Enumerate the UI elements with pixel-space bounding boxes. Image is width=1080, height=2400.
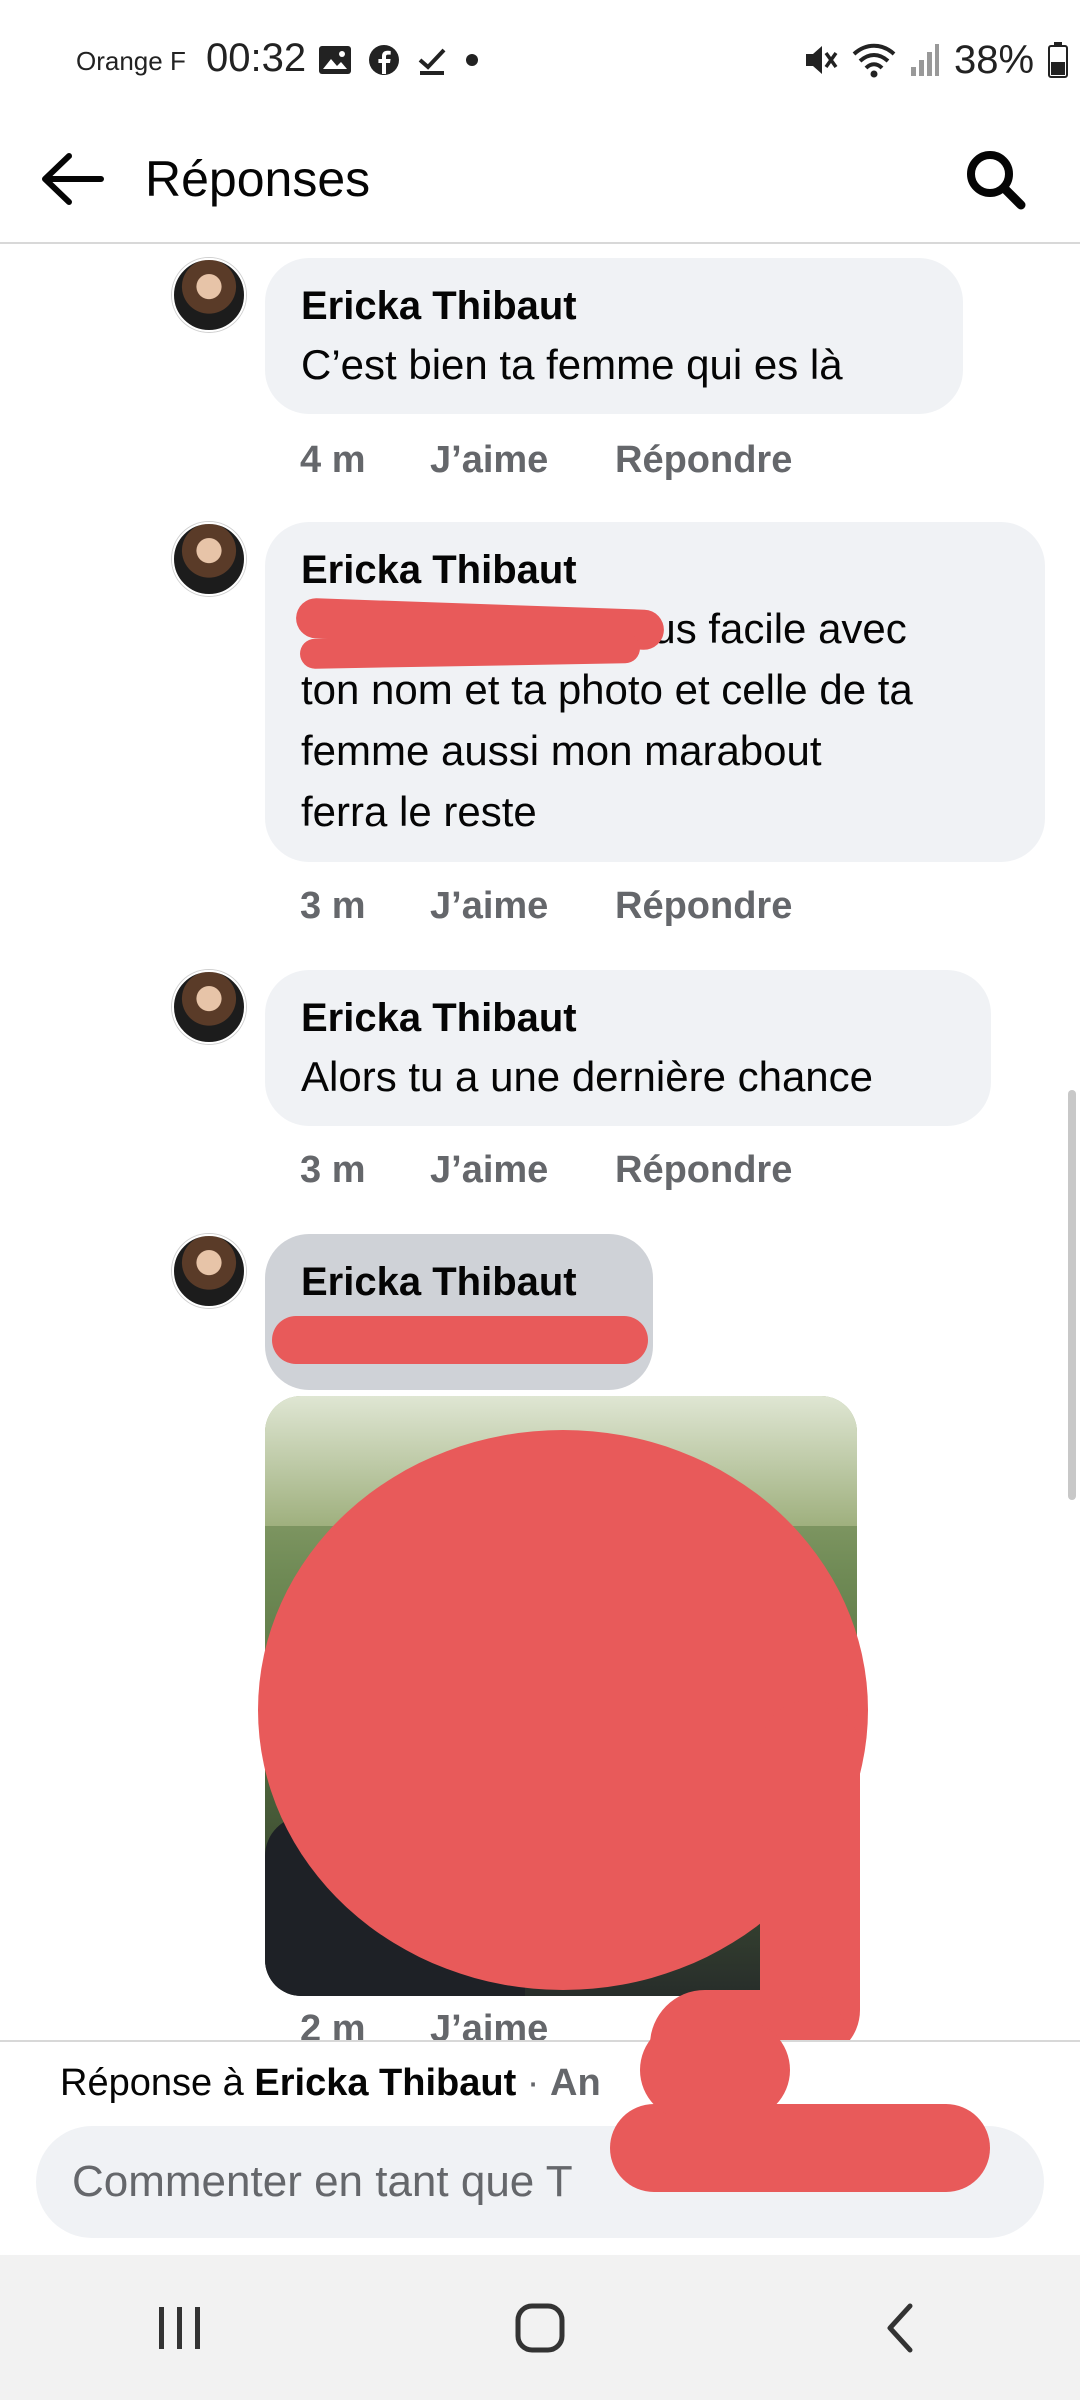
arrow-left-icon [42,153,104,205]
comment-author[interactable]: Ericka Thibaut [301,990,955,1046]
page-title: Réponses [145,151,371,207]
mute-icon [806,46,838,74]
battery-percentage: 38% [954,37,1035,82]
avatar[interactable] [172,258,246,332]
comment-time[interactable]: 4 m [300,439,430,482]
system-nav-bar [0,2255,1080,2400]
comment-actions: 3 m J’aime Répondre [300,1140,792,1200]
wifi-icon [852,43,896,78]
clock: 00:32 [206,36,307,80]
back-nav-button[interactable] [840,2278,960,2378]
reply-target-author: Ericka Thibaut [254,2062,517,2104]
recent-apps-icon [159,2306,200,2349]
home-button[interactable] [480,2278,600,2378]
dot-icon [466,54,478,66]
comment-time[interactable]: 3 m [300,1149,430,1192]
comment-text: C’est bien ta femme qui es là [301,341,843,388]
home-icon [515,2303,565,2352]
comment-author[interactable]: Ericka Thibaut [301,542,1009,598]
back-button[interactable] [32,134,112,224]
reply-button[interactable]: Répondre [615,1149,792,1192]
comment-text-line: ton nom et ta photo et celle de ta [301,666,913,713]
cancel-reply-button[interactable]: An [550,2062,601,2104]
comment-author[interactable]: Ericka Thibaut [301,1254,617,1310]
reply-prefix: Réponse à [60,2062,255,2104]
notification-icons [318,40,480,80]
like-button[interactable]: J’aime [430,439,615,482]
like-button[interactable]: J’aime [430,2008,615,2040]
redaction-mark [272,1316,648,1364]
recent-apps-button[interactable] [120,2278,240,2378]
redaction-mark [299,633,641,669]
comment-time[interactable]: 3 m [300,885,430,928]
signal-icon [911,44,939,76]
comment-bubble[interactable]: Ericka Thibaut [265,1234,653,1390]
app-header: Réponses [0,120,1080,244]
system-icons: 38% [800,37,1069,82]
comment-actions: 3 m J’aime Répondre [300,876,792,936]
comment-text-line: femme aussi mon marabout [301,727,822,774]
reply-separator: · [516,2062,550,2104]
comment-time[interactable]: 2 m [300,2008,430,2040]
like-button[interactable]: J’aime [430,1149,615,1192]
comment-actions: 2 m J’aime [300,2008,615,2040]
avatar[interactable] [172,970,246,1044]
battery-icon [1048,42,1069,78]
redaction-mark [640,2020,790,2120]
reply-button[interactable]: Répondre [615,885,792,928]
comment-bubble[interactable]: Ericka Thibaut C’est bien ta femme qui e… [265,258,963,414]
avatar[interactable] [172,1234,246,1308]
comment-bubble[interactable]: Ericka Thibaut lus facile avec ton nom e… [265,522,1045,862]
replying-to-label: Réponse à Ericka Thibaut · An [60,2062,601,2105]
comment-text-line: ferra le reste [301,788,537,835]
search-icon [967,151,1026,210]
reply-button[interactable]: Répondre [615,439,792,482]
download-done-icon [418,48,446,75]
status-bar: Orange F 00:32 38% [0,0,1080,120]
comment-text: Alors tu a une dernière chance [301,1053,874,1100]
comment-input-placeholder: Commenter en tant que T [72,2157,573,2206]
carrier-label: Orange F [76,46,186,76]
scrollbar[interactable] [1068,1090,1076,1500]
facebook-icon [369,45,399,75]
avatar[interactable] [172,522,246,596]
comment-bubble[interactable]: Ericka Thibaut Alors tu a une dernière c… [265,970,991,1126]
redaction-mark [610,2104,990,2192]
gallery-icon [319,46,351,74]
like-button[interactable]: J’aime [430,885,615,928]
comment-actions: 4 m J’aime Répondre [300,430,792,490]
comment-author[interactable]: Ericka Thibaut [301,278,927,334]
search-button[interactable] [950,134,1040,224]
chevron-left-icon [887,2303,913,2352]
